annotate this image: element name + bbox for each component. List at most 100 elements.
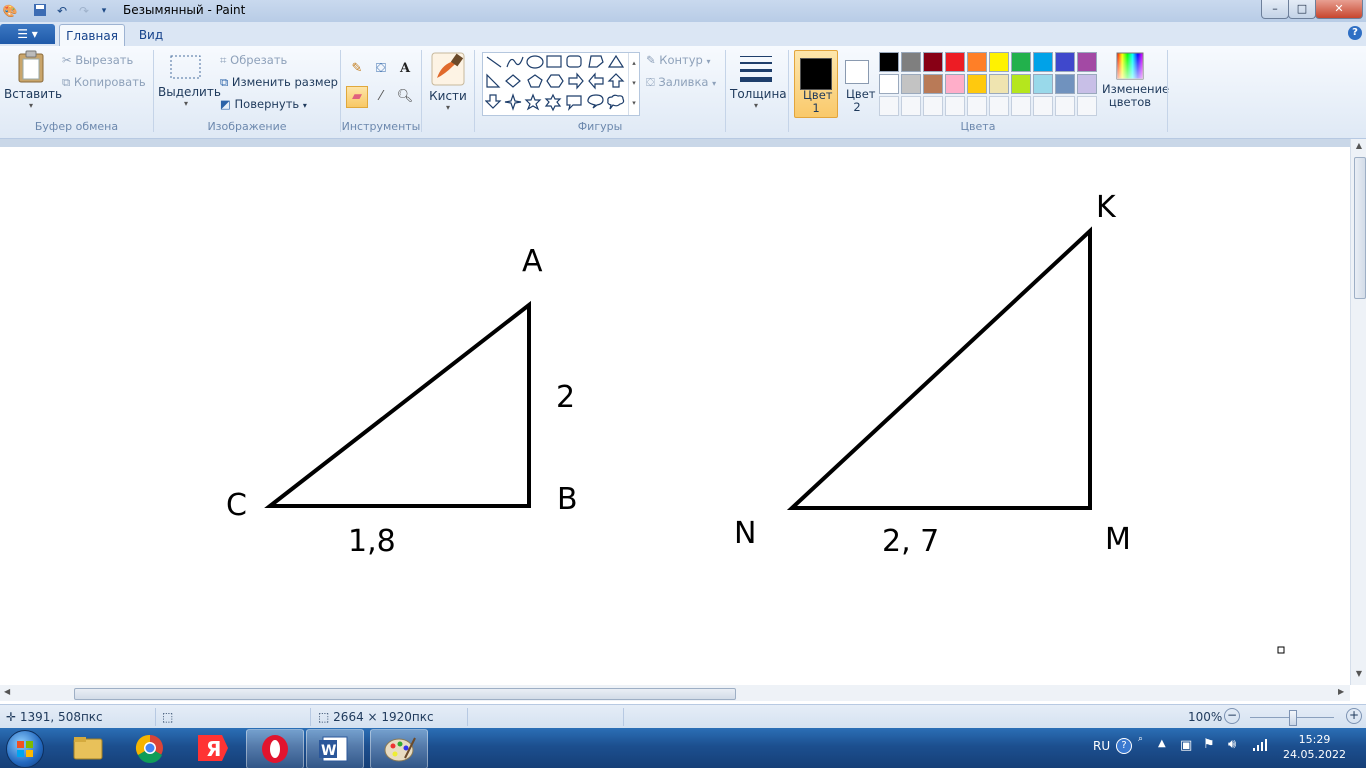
language-bar-icon[interactable]: ⌕	[1138, 734, 1143, 744]
taskbar-explorer[interactable]	[60, 729, 116, 767]
scroll-up-icon[interactable]: ▲	[1351, 141, 1366, 150]
copy-icon: ⧉	[62, 75, 71, 89]
color-picker-icon[interactable]: ⁄	[370, 86, 392, 108]
taskbar-chrome[interactable]	[122, 729, 178, 767]
vertical-scroll-thumb[interactable]	[1354, 157, 1366, 299]
custom-color-slot[interactable]	[989, 96, 1009, 116]
canvas-resize-handle[interactable]	[1277, 646, 1285, 654]
paste-button[interactable]: Вставить ▾	[4, 50, 62, 110]
help-tray-icon[interactable]: ?	[1116, 738, 1132, 754]
color2-button[interactable]: Цвет 2	[838, 50, 876, 116]
zoom-out-button[interactable]: −	[1224, 708, 1240, 724]
eraser-icon[interactable]: ▰	[346, 86, 368, 108]
copy-button[interactable]: ⧉ Копировать	[62, 75, 146, 90]
copy-label: Копировать	[73, 75, 146, 89]
palette-color-swatch[interactable]	[989, 52, 1009, 72]
drawing-canvas[interactable]: A C B 2 1,8 K N M 2, 7	[0, 147, 1350, 685]
shapes-scroll[interactable]: ▴ ▾ ▾	[628, 53, 639, 115]
palette-color-swatch[interactable]	[1033, 52, 1053, 72]
maximize-button[interactable]: □	[1288, 0, 1316, 19]
shapes-gallery[interactable]: ▴ ▾ ▾	[482, 52, 640, 116]
arrow-up-shape-icon	[607, 73, 625, 88]
palette-color-swatch[interactable]	[1055, 52, 1075, 72]
file-menu-button[interactable]: ☰ ▾	[0, 24, 55, 44]
save-icon[interactable]	[32, 3, 48, 19]
resize-button[interactable]: ⧉ Изменить размер	[220, 75, 338, 90]
palette-color-swatch[interactable]	[1011, 52, 1031, 72]
palette-color-swatch[interactable]	[901, 74, 921, 94]
palette-color-swatch[interactable]	[879, 52, 899, 72]
group-separator	[421, 50, 422, 132]
palette-color-swatch[interactable]	[945, 52, 965, 72]
paint-app-icon[interactable]: 🎨	[2, 3, 18, 19]
help-icon[interactable]: ?	[1348, 26, 1362, 40]
palette-color-swatch[interactable]	[989, 74, 1009, 94]
palette-color-swatch[interactable]	[901, 52, 921, 72]
horizontal-scroll-thumb[interactable]	[74, 688, 736, 700]
undo-icon[interactable]: ↶	[54, 3, 70, 19]
horizontal-scrollbar[interactable]: ◀ ▶	[0, 685, 1350, 701]
zoom-slider-thumb[interactable]	[1289, 710, 1297, 726]
start-button[interactable]	[6, 730, 44, 768]
outline-button[interactable]: ✎ Контур ▾	[646, 53, 711, 67]
minimize-button[interactable]: –	[1261, 0, 1289, 19]
crop-button[interactable]: ⌗ Обрезать	[220, 53, 287, 68]
custom-color-slot[interactable]	[967, 96, 987, 116]
magnifier-icon[interactable]: 🔍︎	[394, 86, 416, 108]
scroll-right-icon[interactable]: ▶	[1338, 687, 1344, 696]
network-signal-icon[interactable]	[1252, 737, 1268, 756]
palette-color-swatch[interactable]	[967, 74, 987, 94]
device-tray-icon[interactable]: ▣	[1180, 738, 1192, 753]
vertical-scrollbar[interactable]: ▲ ▼	[1350, 139, 1366, 685]
volume-icon[interactable]: 🔊︎	[1228, 737, 1236, 752]
language-indicator[interactable]: RU	[1093, 739, 1110, 753]
palette-color-swatch[interactable]	[1011, 74, 1031, 94]
palette-color-swatch[interactable]	[879, 74, 899, 94]
action-center-flag-icon[interactable]: ⚑	[1203, 737, 1215, 752]
selection-size-icon: ⬚	[162, 710, 174, 724]
close-button[interactable]: ✕	[1315, 0, 1363, 19]
cut-button[interactable]: ✂ Вырезать	[62, 53, 133, 67]
custom-color-slot[interactable]	[1011, 96, 1031, 116]
custom-color-slot[interactable]	[945, 96, 965, 116]
show-hidden-icons[interactable]: ▲	[1158, 738, 1166, 749]
palette-color-swatch[interactable]	[1077, 74, 1097, 94]
palette-color-swatch[interactable]	[1077, 52, 1097, 72]
custom-color-slot[interactable]	[923, 96, 943, 116]
customize-quick-access-icon[interactable]: ▾	[96, 3, 112, 19]
tab-view[interactable]: Вид	[127, 24, 175, 46]
tools-group-label: Инструменты	[341, 120, 421, 133]
size-button[interactable]: Толщина ▾	[730, 52, 787, 110]
zoom-in-button[interactable]: +	[1346, 708, 1362, 724]
pencil-icon[interactable]: ✎	[346, 58, 368, 80]
taskbar-word[interactable]: W	[306, 729, 364, 769]
custom-color-slot[interactable]	[1077, 96, 1097, 116]
palette-color-swatch[interactable]	[1033, 74, 1053, 94]
tab-home[interactable]: Главная	[59, 24, 125, 47]
palette-color-swatch[interactable]	[923, 74, 943, 94]
rotate-button[interactable]: ◩ Повернуть ▾	[220, 97, 307, 111]
custom-color-slot[interactable]	[1033, 96, 1053, 116]
redo-icon[interactable]: ↷	[76, 3, 92, 19]
scroll-left-icon[interactable]: ◀	[4, 687, 10, 696]
color1-button[interactable]: Цвет 1	[794, 50, 838, 118]
custom-color-slot[interactable]	[879, 96, 899, 116]
select-button[interactable]: Выделить ▾	[158, 54, 221, 108]
taskbar-opera[interactable]	[246, 729, 304, 769]
text-tool-icon[interactable]: A	[394, 58, 416, 80]
scroll-down-icon[interactable]: ▼	[1351, 669, 1366, 678]
custom-color-slot[interactable]	[1055, 96, 1075, 116]
fill-button[interactable]: ⛋ Заливка ▾	[646, 75, 716, 90]
palette-color-swatch[interactable]	[967, 52, 987, 72]
clock[interactable]: 15:29 24.05.2022	[1283, 732, 1346, 762]
palette-color-swatch[interactable]	[1055, 74, 1075, 94]
taskbar-yandex[interactable]: Я	[184, 729, 240, 767]
fill-bucket-icon[interactable]: ⛋	[370, 58, 392, 80]
custom-color-slot[interactable]	[901, 96, 921, 116]
brushes-button[interactable]: Кисти ▾	[428, 52, 468, 112]
edit-colors-button[interactable]: Изменение цветов	[1098, 52, 1169, 109]
taskbar-paint[interactable]	[370, 729, 428, 769]
palette-color-swatch[interactable]	[945, 74, 965, 94]
pentagon-shape-icon	[527, 74, 543, 88]
palette-color-swatch[interactable]	[923, 52, 943, 72]
